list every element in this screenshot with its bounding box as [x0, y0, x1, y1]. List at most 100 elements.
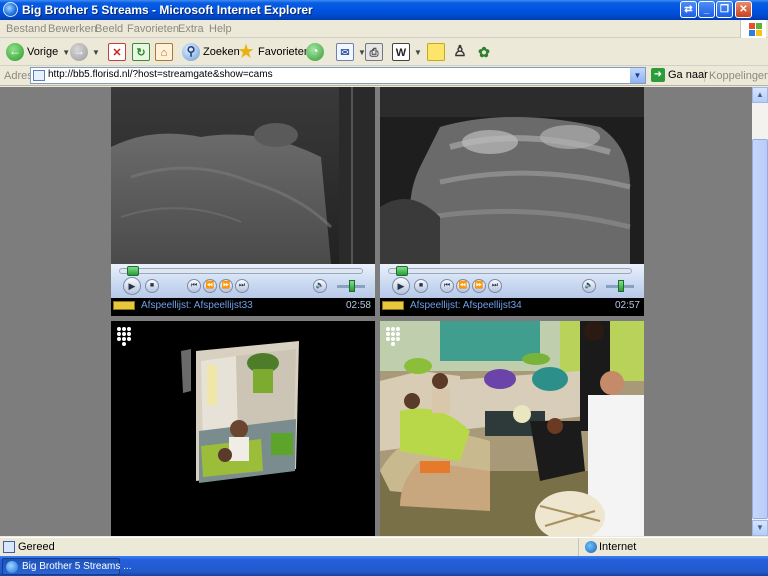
- internet-explorer-icon: [6, 561, 18, 573]
- buffer-indicator-icon: [382, 301, 404, 310]
- mute-button-2[interactable]: 🔈: [582, 279, 596, 293]
- restore-button[interactable]: ❐: [716, 1, 733, 18]
- taskbar-window-button[interactable]: Big Brother 5 Streams ...: [2, 558, 132, 575]
- volume-slider-2[interactable]: [606, 280, 634, 292]
- go-button[interactable]: ➜ Ga naar: [651, 68, 708, 82]
- video-frame-2[interactable]: [380, 87, 644, 264]
- vertical-scrollbar[interactable]: ▲ ▼: [752, 87, 768, 536]
- stop-media-button-1[interactable]: ■: [145, 279, 159, 293]
- scroll-down-icon[interactable]: ▼: [752, 520, 768, 536]
- favorites-button[interactable]: ★ Favorieten: [237, 41, 310, 63]
- search-button[interactable]: ⚲ Zoeken: [182, 41, 240, 63]
- links-button[interactable]: Koppelingen: [704, 70, 768, 82]
- media-icon: ◔: [306, 43, 324, 61]
- volume-slider-1[interactable]: [337, 280, 365, 292]
- address-input[interactable]: http://bb5.florisd.nl/?host=streamgate&s…: [30, 67, 646, 84]
- address-dropdown-icon[interactable]: ▼: [630, 68, 645, 83]
- help-window-button[interactable]: ⇄: [680, 1, 697, 18]
- scroll-thumb[interactable]: [752, 139, 768, 519]
- next-button-2[interactable]: ⏭: [488, 279, 502, 293]
- media-button[interactable]: ◔: [306, 41, 324, 63]
- note-icon: [427, 43, 445, 61]
- back-button[interactable]: ← Vorige ▼: [6, 41, 70, 63]
- go-arrow-icon: ➜: [651, 68, 665, 82]
- mail-icon: ✉: [336, 43, 354, 61]
- print-button[interactable]: ⎙: [365, 41, 383, 63]
- back-dropdown-icon[interactable]: ▼: [62, 48, 70, 57]
- playlist-label-2: Afspeellijst: Afspeellijst34: [410, 300, 522, 311]
- volume-knob-1[interactable]: [349, 280, 355, 292]
- time-display-1: 02:58: [345, 300, 371, 311]
- windows-logo-icon: [740, 20, 766, 38]
- research-button[interactable]: ✿: [475, 41, 493, 63]
- back-arrow-icon: ←: [6, 43, 24, 61]
- refresh-icon: ↻: [132, 43, 150, 61]
- time-display-2: 02:57: [614, 300, 640, 311]
- menu-beeld[interactable]: Beeld: [95, 23, 123, 35]
- video-frame-1[interactable]: [111, 87, 375, 264]
- page-content: ▶ ■ ⏮ ⏪ ⏩ ⏭ 🔈 Afspeellijst: Afspeellijst…: [0, 87, 752, 536]
- seek-knob-2[interactable]: [396, 266, 408, 276]
- forward-arrow-icon: →: [70, 43, 88, 61]
- mail-button[interactable]: ✉ ▼: [336, 41, 366, 63]
- stop-button[interactable]: ✕: [108, 41, 126, 63]
- media-player-3[interactable]: [111, 321, 375, 536]
- volume-knob-2[interactable]: [618, 280, 624, 292]
- star-icon: ★: [238, 42, 254, 61]
- seek-bar-1[interactable]: [119, 266, 363, 276]
- favorites-label: Favorieten: [258, 46, 310, 58]
- globe-icon: [585, 541, 597, 553]
- play-button-2[interactable]: ▶: [392, 277, 410, 295]
- status-bar: Gereed Internet: [0, 537, 768, 557]
- previous-button-2[interactable]: ⏮: [440, 279, 454, 293]
- play-button-1[interactable]: ▶: [123, 277, 141, 295]
- scroll-up-icon[interactable]: ▲: [752, 87, 768, 103]
- stop-media-button-2[interactable]: ■: [414, 279, 428, 293]
- windows-media-logo-icon: [386, 327, 400, 349]
- player-status-2: Afspeellijst: Afspeellijst34 02:57: [380, 298, 644, 314]
- people-icon: ✿: [478, 44, 490, 60]
- menu-bestand[interactable]: Bestand: [6, 23, 46, 35]
- home-button[interactable]: ⌂: [155, 41, 173, 63]
- address-label: Adres: [4, 70, 33, 82]
- discuss-button[interactable]: [427, 41, 445, 63]
- home-icon: ⌂: [155, 43, 173, 61]
- previous-button-1[interactable]: ⏮: [187, 279, 201, 293]
- fast-forward-button-2[interactable]: ⏩: [472, 279, 486, 293]
- rewind-button-2[interactable]: ⏪: [456, 279, 470, 293]
- rewind-button-1[interactable]: ⏪: [203, 279, 217, 293]
- standard-toolbar: ← Vorige ▼ → ▼ ✕ ↻ ⌂ ⚲ Zoeken ★ Favoriet…: [0, 38, 768, 66]
- go-label: Ga naar: [668, 69, 708, 81]
- address-url[interactable]: http://bb5.florisd.nl/?host=streamgate&s…: [48, 69, 273, 80]
- menu-help[interactable]: Help: [209, 23, 232, 35]
- messenger-button[interactable]: ♙: [451, 41, 469, 63]
- next-button-1[interactable]: ⏭: [235, 279, 249, 293]
- edit-dropdown-icon[interactable]: ▼: [414, 48, 422, 57]
- seek-knob-1[interactable]: [127, 266, 139, 276]
- seek-bar-2[interactable]: [388, 266, 632, 276]
- minimize-button[interactable]: _: [698, 1, 715, 18]
- menu-bewerken[interactable]: Bewerken: [48, 23, 97, 35]
- person-icon: ♙: [453, 43, 467, 60]
- zone-label: Internet: [599, 541, 637, 553]
- forward-button[interactable]: → ▼: [70, 41, 100, 63]
- title-bar[interactable]: Big Brother 5 Streams - Microsoft Intern…: [0, 0, 768, 20]
- mute-button-1[interactable]: 🔈: [313, 279, 327, 293]
- window-title: Big Brother 5 Streams - Microsoft Intern…: [22, 3, 313, 17]
- player-status-1: Afspeellijst: Afspeellijst33 02:58: [111, 298, 375, 314]
- edit-button[interactable]: W ▼: [392, 41, 422, 63]
- media-player-2: ▶ ■ ⏮ ⏪ ⏩ ⏭ 🔈 Afspeellijst: Afspeellijst…: [380, 87, 644, 316]
- close-button[interactable]: ✕: [735, 1, 752, 18]
- internet-explorer-icon: [3, 2, 18, 17]
- browser-window: Big Brother 5 Streams - Microsoft Intern…: [0, 0, 768, 557]
- menu-extra[interactable]: Extra: [178, 23, 204, 35]
- menu-favorieten[interactable]: Favorieten: [127, 23, 179, 35]
- fast-forward-button-1[interactable]: ⏩: [219, 279, 233, 293]
- buffer-indicator-icon: [113, 301, 135, 310]
- forward-dropdown-icon[interactable]: ▼: [92, 48, 100, 57]
- media-player-4[interactable]: [380, 321, 644, 536]
- address-bar: Adres http://bb5.florisd.nl/?host=stream…: [0, 66, 768, 86]
- search-label: Zoeken: [203, 46, 240, 58]
- bedroom-image: [380, 87, 644, 264]
- refresh-button[interactable]: ↻: [132, 41, 150, 63]
